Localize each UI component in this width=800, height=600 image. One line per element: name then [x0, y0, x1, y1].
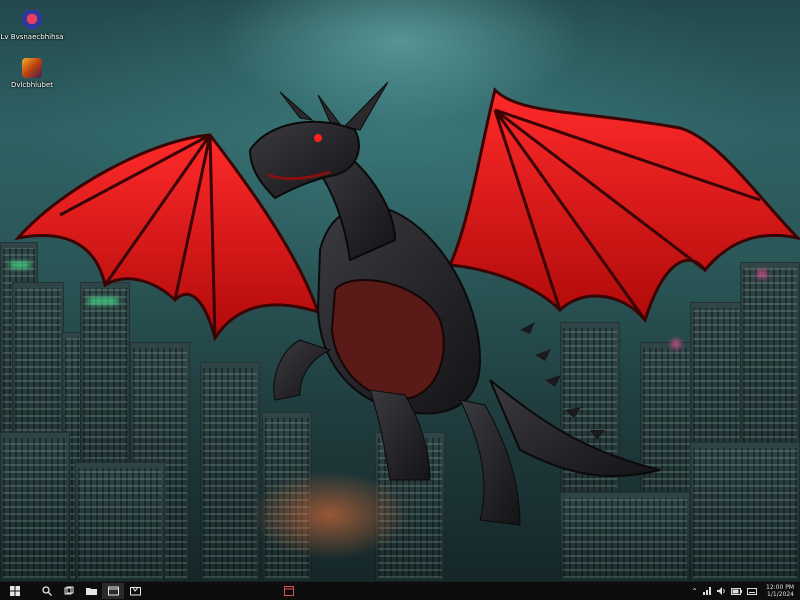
browser-icon [107, 586, 119, 596]
dragon-illustration [14, 81, 800, 526]
open-app-button[interactable] [282, 583, 296, 599]
clock[interactable]: 12:00 PM 1/1/2024 [766, 584, 794, 598]
start-icon [10, 586, 20, 596]
file-explorer-icon [85, 588, 97, 595]
clock-date: 1/1/2024 [767, 591, 794, 598]
system-tray: ⌃ 12:00 PM 1/1/2024 [691, 582, 794, 600]
start-button[interactable] [4, 583, 26, 599]
store-button[interactable] [124, 583, 146, 599]
browser-button[interactable] [102, 583, 124, 599]
store-icon [129, 587, 141, 596]
app-game-icon [22, 58, 42, 78]
keyboard-icon[interactable] [747, 587, 757, 595]
volume-icon[interactable] [717, 587, 726, 595]
chevron-up-icon[interactable]: ⌃ [691, 587, 698, 596]
battery-icon[interactable] [731, 587, 742, 595]
desktop-icon-label: Dvlcbhlubet [10, 81, 54, 89]
search-button[interactable] [36, 583, 58, 599]
desktop-wallpaper: Lv Bvsnaecbhihsa Dvlcbhlubet ⌃ 12:00 PM … [0, 0, 800, 600]
search-icon [42, 586, 52, 596]
desktop-icon-label: Lv Bvsnaecbhihsa [0, 33, 64, 41]
task-view-button[interactable] [58, 583, 80, 599]
desktop-icon-dvlcbhlubet[interactable]: Dvlcbhlubet [0, 58, 64, 89]
app-shield-icon [22, 10, 42, 30]
clock-time: 12:00 PM [766, 584, 794, 591]
open-app-icon [284, 586, 294, 596]
network-icon[interactable] [703, 587, 712, 595]
taskbar: ⌃ 12:00 PM 1/1/2024 [0, 582, 800, 600]
desktop-icon-lv-bvsnaecbhihsa[interactable]: Lv Bvsnaecbhihsa [0, 10, 64, 41]
file-explorer-button[interactable] [80, 583, 102, 599]
task-view-icon [64, 586, 74, 595]
